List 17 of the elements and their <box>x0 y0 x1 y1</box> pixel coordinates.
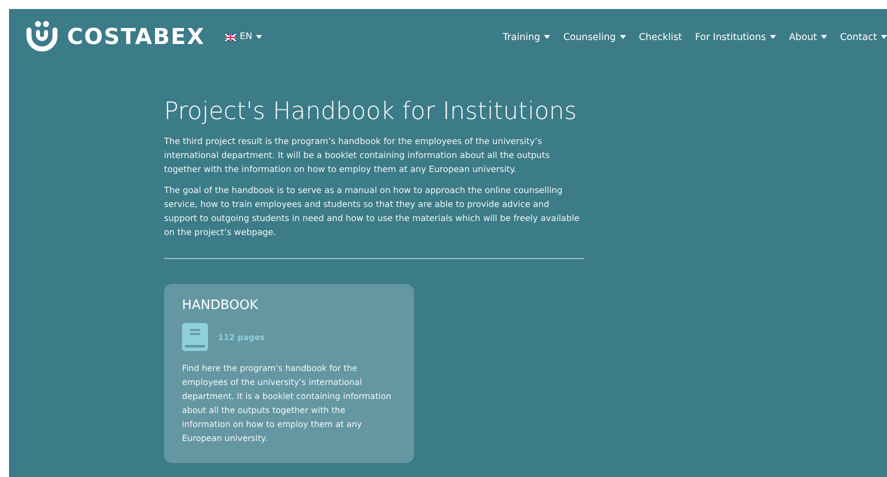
nav-link[interactable]: Training <box>502 32 550 42</box>
nav-link[interactable]: For Institutions <box>695 32 776 42</box>
card-description: Find here the program’s handbook for the employees of the university’s international department. It is a booklet containing information about all the outputs together with the information on how to employ them at any European university. <box>182 362 392 445</box>
nav-link[interactable]: Counseling <box>563 32 626 42</box>
nav-link[interactable]: Contact <box>840 32 887 42</box>
page-title: Project's Handbook for Institutions <box>164 97 578 125</box>
page-count: 112 pages <box>218 332 265 342</box>
smiley-logo-icon <box>25 20 59 54</box>
book-icon <box>182 323 208 351</box>
card-title: HANDBOOK <box>182 298 260 313</box>
flag-icon <box>224 34 236 40</box>
logo-text: COSTABEX <box>67 24 205 50</box>
nav-link[interactable]: About <box>788 32 828 42</box>
language-selector[interactable]: EN <box>224 32 262 42</box>
intro-paragraph: The goal of the handbook is to serve as a manual on how to approach the online counselling service, how to train employees and students so that they are able to provide advice and support to outgoing students in need and how to use the materials which will be freely available on the project’s webpage. <box>164 185 580 240</box>
nav-link[interactable]: Checklist <box>638 32 682 42</box>
intro-paragraph: The third project result is the program’s handbook for the employees of the university’s international department. It will be a booklet containing information about all the outputs together with the information on how to employ them at any European university. <box>164 136 551 177</box>
